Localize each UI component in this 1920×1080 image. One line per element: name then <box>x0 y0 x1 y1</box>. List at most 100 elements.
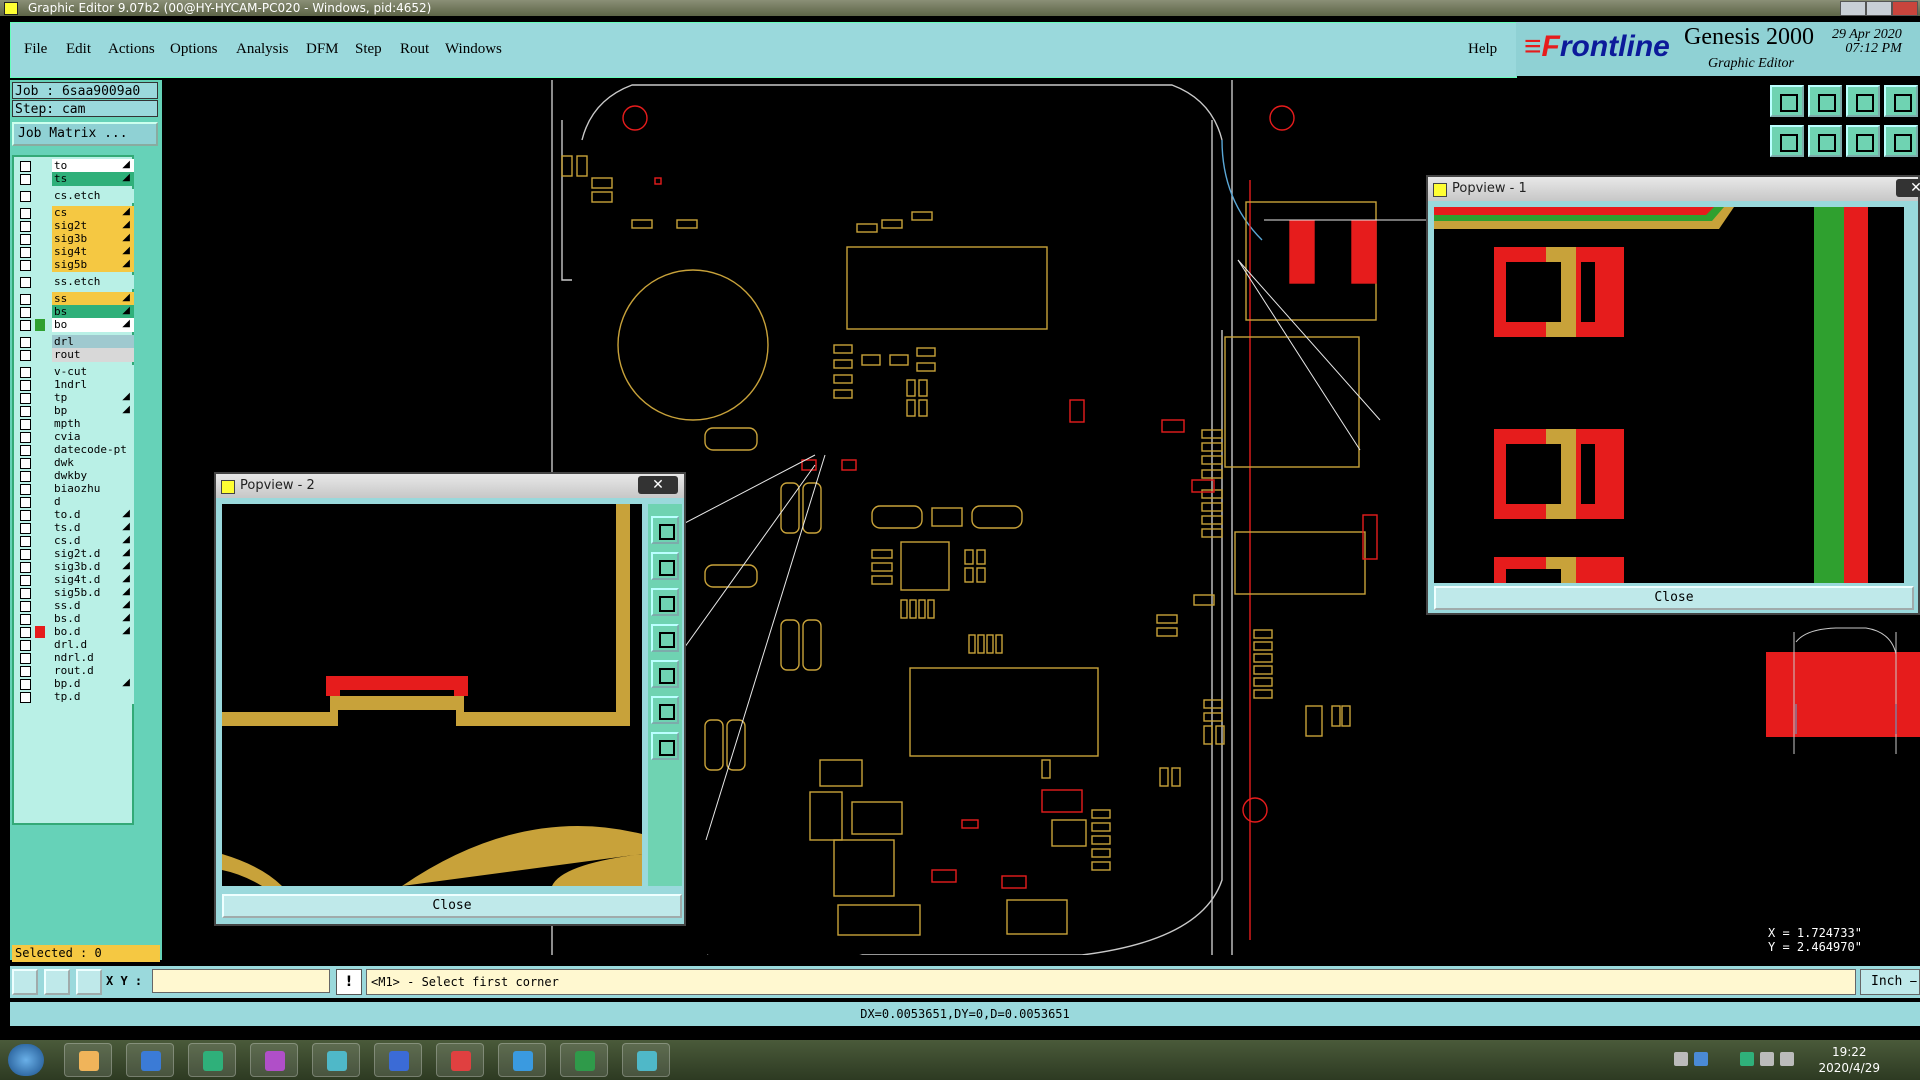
layer-row[interactable]: to.d ◢ <box>16 508 134 522</box>
layer-row[interactable]: rout <box>16 348 134 362</box>
job-matrix-button[interactable]: Job Matrix ... <box>12 122 158 146</box>
taskbar-app-4[interactable] <box>250 1043 298 1077</box>
layer-row[interactable]: sig5b.d ◢ <box>16 586 134 600</box>
layer-checkbox[interactable] <box>20 627 31 638</box>
layer-row[interactable]: mpth <box>16 417 134 431</box>
maximize-button[interactable] <box>1866 1 1892 16</box>
menu-file[interactable]: File <box>24 41 47 58</box>
layer-row[interactable]: bp.d ◢ <box>16 677 134 691</box>
volume-tray-icon[interactable] <box>1760 1052 1774 1066</box>
menu-step[interactable]: Step <box>355 41 382 58</box>
help-tray-icon[interactable] <box>1694 1052 1708 1066</box>
layer-checkbox[interactable] <box>20 458 31 469</box>
layer-checkbox[interactable] <box>20 575 31 586</box>
close-window-button[interactable] <box>1892 1 1918 16</box>
layer-checkbox[interactable] <box>20 320 31 331</box>
tray-icon-1[interactable] <box>1674 1052 1688 1066</box>
layer-row[interactable]: sig5b ◢ <box>16 258 134 272</box>
pan-left-button[interactable] <box>1770 125 1804 157</box>
layer-row[interactable]: sig2t.d ◢ <box>16 547 134 561</box>
layer-checkbox[interactable] <box>20 221 31 232</box>
popview-1-titlebar[interactable]: Popview - 1 ✕ <box>1428 177 1920 201</box>
pv2-pan-button[interactable] <box>651 588 679 616</box>
layer-checkbox[interactable] <box>20 601 31 612</box>
menu-actions[interactable]: Actions <box>108 41 155 58</box>
taskbar-app-2[interactable] <box>126 1043 174 1077</box>
flip-view-button[interactable] <box>1846 125 1880 157</box>
layer-checkbox[interactable] <box>20 640 31 651</box>
layer-checkbox[interactable] <box>20 419 31 430</box>
layer-row[interactable]: datecode-pt <box>16 443 134 457</box>
minimize-button[interactable] <box>1840 1 1866 16</box>
start-button[interactable] <box>8 1044 44 1076</box>
layer-checkbox[interactable] <box>20 653 31 664</box>
layer-checkbox[interactable] <box>20 523 31 534</box>
layer-checkbox[interactable] <box>20 307 31 318</box>
layer-row[interactable]: bo.d ◢ <box>16 625 134 639</box>
layer-checkbox[interactable] <box>20 484 31 495</box>
layer-checkbox[interactable] <box>20 549 31 560</box>
layer-row[interactable]: sig3b ◢ <box>16 232 134 246</box>
pv2-flip-button[interactable] <box>651 624 679 652</box>
pv2-zoom-in-button[interactable] <box>651 516 679 544</box>
pv2-center-button[interactable] <box>651 696 679 724</box>
popview-1-close-icon[interactable]: ✕ <box>1896 179 1920 197</box>
taskbar-app-10[interactable] <box>622 1043 670 1077</box>
menu-dfm[interactable]: DFM <box>306 41 339 58</box>
pan-right-button[interactable] <box>1808 125 1842 157</box>
layer-checkbox[interactable] <box>20 536 31 547</box>
layer-row[interactable]: tp.d <box>16 690 134 704</box>
layer-checkbox[interactable] <box>20 497 31 508</box>
layer-row[interactable]: ss.etch <box>16 275 134 289</box>
layer-row[interactable]: dwk <box>16 456 134 470</box>
home-view-button[interactable] <box>1846 85 1880 117</box>
snap-view-button[interactable] <box>1884 125 1918 157</box>
layer-row[interactable]: cs.d ◢ <box>16 534 134 548</box>
pv2-fit-button[interactable] <box>651 660 679 688</box>
layer-row[interactable]: cs.etch <box>16 189 134 203</box>
popview-2-close-button[interactable]: Close <box>222 894 682 918</box>
popview-2-view[interactable] <box>222 504 642 886</box>
layer-checkbox[interactable] <box>20 234 31 245</box>
taskbar-app-6[interactable] <box>374 1043 422 1077</box>
menu-edit[interactable]: Edit <box>66 41 91 58</box>
layer-row[interactable]: bs.d ◢ <box>16 612 134 626</box>
layer-checkbox[interactable] <box>20 471 31 482</box>
layer-row[interactable]: ts ◢ <box>16 172 134 186</box>
layer-row[interactable]: drl <box>16 335 134 349</box>
layer-checkbox[interactable] <box>20 679 31 690</box>
popview-1-close-button[interactable]: Close <box>1434 586 1914 610</box>
layer-checkbox[interactable] <box>20 692 31 703</box>
layer-checkbox[interactable] <box>20 432 31 443</box>
layer-checkbox[interactable] <box>20 588 31 599</box>
layer-checkbox[interactable] <box>20 350 31 361</box>
layer-checkbox[interactable] <box>20 247 31 258</box>
layer-row[interactable]: biaozhu <box>16 482 134 496</box>
select-mode-button[interactable] <box>12 969 38 995</box>
layer-row[interactable]: bo ◢ <box>16 318 134 332</box>
taskbar-app-7[interactable] <box>436 1043 484 1077</box>
layer-checkbox[interactable] <box>20 445 31 456</box>
menu-options[interactable]: Options <box>170 41 218 58</box>
taskbar-clock[interactable]: 19:22 2020/4/29 <box>1818 1044 1880 1076</box>
layer-row[interactable]: cs ◢ <box>16 206 134 220</box>
layer-row[interactable]: sig3b.d ◢ <box>16 560 134 574</box>
network-tray-icon[interactable] <box>1740 1052 1754 1066</box>
popview-2-close-icon[interactable]: ✕ <box>638 476 678 494</box>
fit-view-button[interactable] <box>1884 85 1918 117</box>
layer-row[interactable]: dwkby <box>16 469 134 483</box>
popview-1-view[interactable] <box>1434 207 1904 583</box>
layer-checkbox[interactable] <box>20 393 31 404</box>
layer-checkbox[interactable] <box>20 208 31 219</box>
menu-help[interactable]: Help <box>1468 41 1497 58</box>
layer-row[interactable]: d <box>16 495 134 509</box>
menu-analysis[interactable]: Analysis <box>236 41 289 58</box>
layer-checkbox[interactable] <box>20 260 31 271</box>
menu-windows[interactable]: Windows <box>445 41 502 58</box>
grid-mode-button[interactable] <box>76 969 102 995</box>
pv2-zoom-out-button[interactable] <box>651 552 679 580</box>
layer-row[interactable]: ss.d ◢ <box>16 599 134 613</box>
layer-checkbox[interactable] <box>20 666 31 677</box>
zoom-out-tool-button[interactable] <box>1808 85 1842 117</box>
layer-row[interactable]: ndrl.d <box>16 651 134 665</box>
